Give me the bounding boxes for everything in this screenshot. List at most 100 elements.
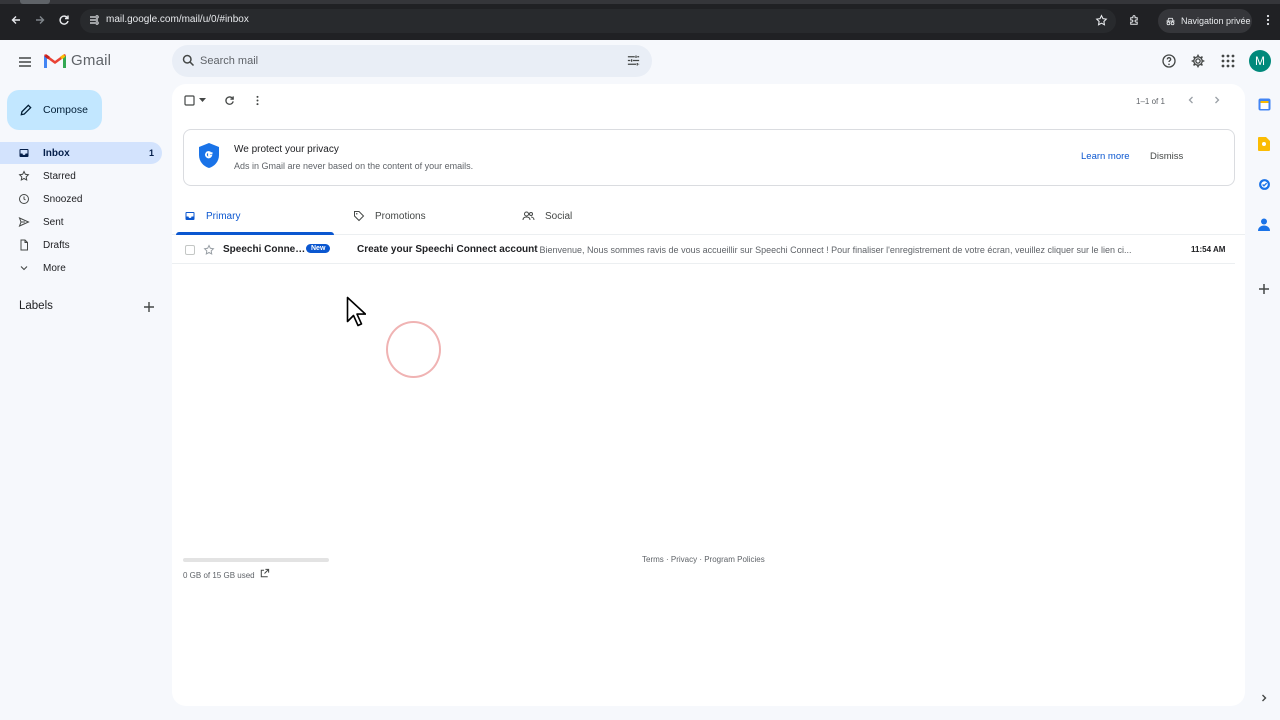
dismiss-button[interactable]: Dismiss	[1150, 151, 1183, 162]
compose-label: Compose	[43, 104, 88, 116]
puzzle-icon	[1129, 14, 1138, 25]
click-indicator	[386, 321, 441, 378]
contacts-icon	[1258, 218, 1270, 231]
clock-icon	[19, 194, 29, 204]
checkbox-icon	[184, 95, 195, 106]
chevron-right-icon	[1262, 694, 1267, 702]
search-options-icon[interactable]	[626, 53, 641, 68]
sidebar-item-label: Inbox	[43, 147, 70, 159]
category-tabs: Primary Promotions Social	[172, 197, 1245, 235]
site-info-icon[interactable]	[88, 14, 100, 26]
bookmark-button[interactable]	[1092, 11, 1110, 29]
search-icon[interactable]	[181, 53, 196, 68]
tab-label: Primary	[206, 210, 241, 222]
unread-count: 1	[148, 148, 154, 158]
incognito-label: Navigation privée	[1181, 16, 1251, 26]
active-tab-indicator[interactable]	[20, 0, 50, 4]
google-apps-button[interactable]	[1219, 52, 1237, 70]
tab-label: Promotions	[375, 210, 426, 222]
sidebar-item-drafts[interactable]: Drafts	[0, 234, 162, 256]
chevron-right-icon	[1215, 96, 1220, 104]
gmail-m-icon	[44, 54, 66, 68]
back-button[interactable]	[7, 11, 25, 29]
sidebar-item-inbox[interactable]: Inbox 1	[0, 142, 162, 164]
tab-strip	[0, 0, 1280, 4]
tasks-addon[interactable]	[1257, 177, 1271, 191]
privacy-banner: We protect your privacy Ads in Gmail are…	[183, 129, 1235, 186]
inbox-panel: 1–1 of 1 We protect your privacy Ads in …	[172, 84, 1245, 706]
newer-button[interactable]	[1186, 95, 1196, 105]
open-in-new-icon[interactable]	[259, 568, 270, 579]
plus-icon	[1259, 284, 1269, 294]
pagination-count: 1–1 of 1	[1136, 97, 1165, 106]
select-options-dropdown[interactable]	[199, 98, 206, 103]
more-vert-icon	[256, 95, 259, 106]
gmail-logo[interactable]: Gmail	[44, 52, 111, 69]
contacts-addon[interactable]	[1257, 217, 1271, 231]
incognito-icon	[1166, 17, 1175, 25]
url-text: mail.google.com/mail/u/0/#inbox	[106, 14, 249, 25]
sidebar-item-starred[interactable]: Starred	[0, 165, 162, 187]
gear-icon	[1191, 54, 1205, 68]
show-side-panel-button[interactable]	[1257, 691, 1271, 705]
older-button[interactable]	[1212, 95, 1222, 105]
new-badge: New	[306, 244, 331, 253]
account-avatar[interactable]: M	[1249, 50, 1271, 72]
inbox-icon	[185, 212, 195, 220]
select-all-checkbox[interactable]	[184, 95, 195, 106]
caret-down-icon	[199, 98, 206, 102]
shield-icon	[199, 143, 219, 168]
footer-links[interactable]: Terms · Privacy · Program Policies	[642, 555, 765, 564]
sidebar-item-more[interactable]: More	[0, 257, 162, 279]
storage-meter	[183, 558, 329, 562]
email-row[interactable]: Speechi Conne… New Create your Speechi C…	[172, 236, 1235, 264]
search-input[interactable]	[200, 45, 610, 77]
sidebar-item-label: Starred	[43, 170, 76, 182]
support-button[interactable]	[1160, 52, 1178, 70]
settings-button[interactable]	[1189, 52, 1207, 70]
create-label-button[interactable]	[142, 300, 156, 314]
refresh-button[interactable]	[224, 95, 235, 106]
incognito-chip[interactable]: Navigation privée	[1158, 9, 1252, 33]
reload-button[interactable]	[55, 11, 73, 29]
chevron-left-icon	[1188, 96, 1193, 104]
extensions-button[interactable]	[1125, 11, 1143, 29]
forward-button[interactable]	[31, 11, 49, 29]
more-actions-button[interactable]	[252, 95, 263, 106]
privacy-subtitle: Ads in Gmail are never based on the cont…	[234, 161, 474, 171]
calendar-addon[interactable]	[1257, 97, 1271, 111]
more-vert-icon	[1266, 14, 1270, 26]
refresh-icon	[225, 96, 234, 105]
search-bar[interactable]	[172, 45, 652, 77]
email-sender: Speechi Conne…	[223, 244, 306, 255]
chevron-down-icon	[20, 266, 28, 271]
star-icon	[18, 170, 30, 181]
calendar-icon	[1258, 98, 1270, 110]
people-icon	[522, 211, 535, 221]
main-menu-button[interactable]	[14, 51, 36, 73]
email-checkbox[interactable]	[185, 245, 195, 255]
star-icon[interactable]	[203, 244, 215, 256]
sidebar-item-label: More	[43, 262, 66, 274]
tasks-icon	[1258, 178, 1270, 190]
arrow-left-icon	[11, 16, 20, 24]
get-addons-button[interactable]	[1257, 282, 1271, 296]
storage-usage-text: 0 GB of 15 GB used	[183, 571, 255, 580]
sidebar-item-snoozed[interactable]: Snoozed	[0, 188, 162, 210]
browser-menu-button[interactable]	[1259, 11, 1277, 29]
email-subject: Create your Speechi Connect account	[357, 244, 538, 255]
keep-addon[interactable]	[1257, 137, 1271, 151]
address-bar[interactable]: mail.google.com/mail/u/0/#inbox	[80, 9, 1116, 33]
tab-social[interactable]: Social	[510, 197, 672, 235]
compose-button[interactable]: Compose	[7, 90, 102, 130]
tab-primary[interactable]: Primary	[172, 197, 334, 235]
email-snippet: - Bienvenue, Nous sommes ravis de vous a…	[534, 244, 1132, 255]
apps-grid-icon	[1221, 54, 1235, 68]
tab-promotions[interactable]: Promotions	[341, 197, 503, 235]
sidebar-item-sent[interactable]: Sent	[0, 211, 162, 233]
learn-more-link[interactable]: Learn more	[1081, 151, 1130, 162]
email-time: 11:54 AM	[1191, 245, 1226, 254]
list-toolbar: 1–1 of 1	[172, 84, 1245, 120]
sidebar-item-label: Drafts	[43, 239, 70, 251]
tab-label: Social	[545, 210, 573, 222]
